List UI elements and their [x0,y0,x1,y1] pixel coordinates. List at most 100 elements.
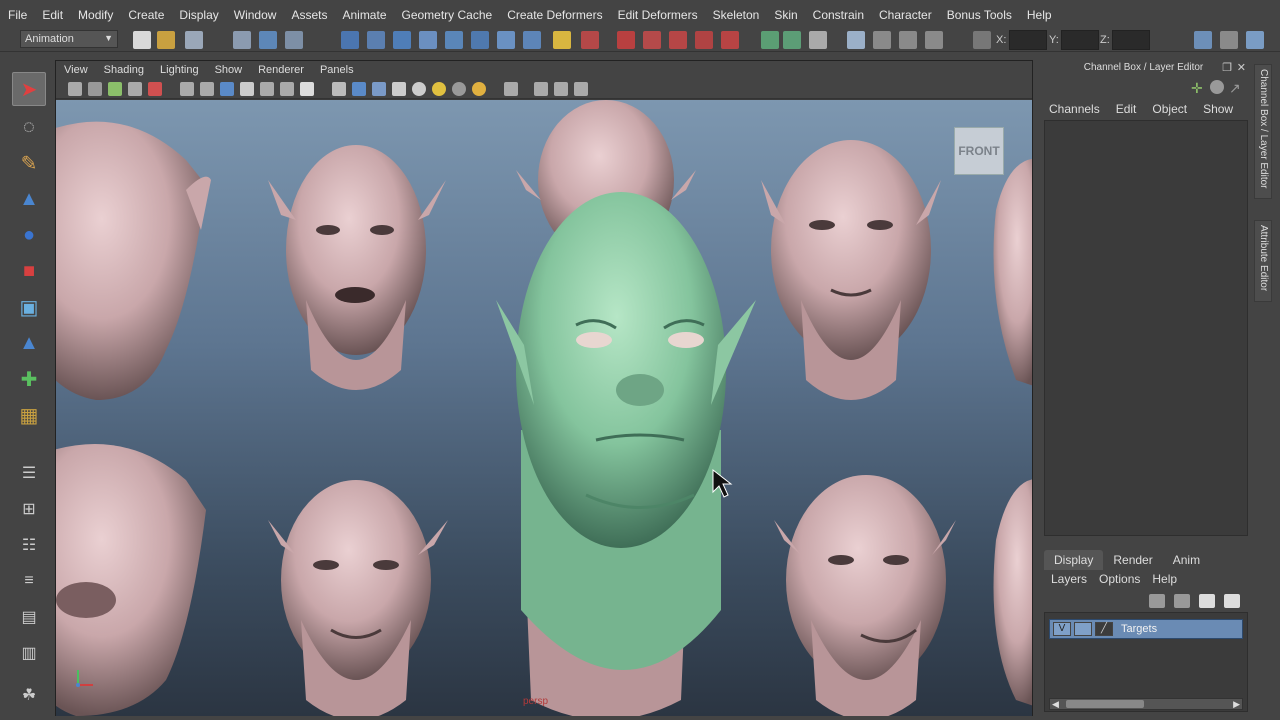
snap-curve-icon[interactable] [367,31,385,49]
isolate-select-icon[interactable] [534,82,548,96]
soft-mod-tool-icon[interactable]: ▲ [12,326,46,360]
wireframe-icon[interactable] [332,82,346,96]
bookmark-icon[interactable] [108,82,122,96]
select-tool-icon[interactable]: ➤ [12,72,46,106]
menu-display[interactable]: Display [179,8,218,22]
layer-menu-layers[interactable]: Layers [1051,572,1087,586]
head-bottom-right[interactable] [774,475,956,716]
construction-icon[interactable] [497,31,515,49]
tab-anim[interactable]: Anim [1163,550,1210,570]
move-tool-icon[interactable]: ▲ [12,182,46,216]
x-field[interactable] [1009,30,1047,50]
tab-display[interactable]: Display [1044,550,1104,570]
last-tool-icon[interactable]: ✚ [12,362,46,396]
menu-help[interactable]: Help [1027,8,1052,22]
lighting-default-icon[interactable] [412,82,426,96]
scroll-left-icon[interactable]: ◀ [1052,699,1059,710]
tool-settings-icon[interactable] [873,31,891,49]
scroll-right-icon[interactable]: ▶ [1233,699,1240,710]
menu-geometry-cache[interactable]: Geometry Cache [402,8,493,22]
hypershade-icon[interactable] [695,31,713,49]
layer-color-swatch[interactable]: ╱ [1095,622,1113,636]
vp-menu-panels[interactable]: Panels [320,64,354,76]
resolution-gate-icon[interactable] [220,82,234,96]
snap-live-icon[interactable] [445,31,463,49]
menu-bonus-tools[interactable]: Bonus Tools [947,8,1012,22]
vp-menu-show[interactable]: Show [215,64,243,76]
wireframe-on-shaded-icon[interactable] [372,82,386,96]
menu-animate[interactable]: Animate [342,8,386,22]
snap-grid-icon[interactable] [341,31,359,49]
channel-list[interactable] [1044,120,1248,536]
channel-box-float-icon[interactable]: ❐ [1222,61,1232,74]
channel-box-icon[interactable] [1246,31,1264,49]
smooth-shade-icon[interactable] [352,82,366,96]
layer-row[interactable]: V ╱ Targets [1049,619,1243,639]
layer-type-toggle[interactable] [1074,622,1092,636]
channel-box-close-icon[interactable]: ✕ [1237,61,1246,74]
render-view-icon[interactable] [721,31,739,49]
layout-four-icon[interactable]: ⊞ [12,492,46,526]
menu-create-deformers[interactable]: Create Deformers [507,8,602,22]
safe-action-icon[interactable] [280,82,294,96]
selection-mask-icon[interactable] [809,31,827,49]
new-scene-icon[interactable] [133,31,151,49]
render-icon[interactable] [617,31,635,49]
vp-menu-lighting[interactable]: Lighting [160,64,199,76]
menu-window[interactable]: Window [234,8,277,22]
help-line-icon[interactable] [523,31,541,49]
head-top-right[interactable] [761,140,941,400]
image-plane-icon[interactable] [128,82,142,96]
vp-menu-renderer[interactable]: Renderer [258,64,304,76]
select-hierarchy-icon[interactable] [233,31,251,49]
speed-toggle-icon[interactable] [1210,80,1224,94]
menu-edit[interactable]: Edit [42,8,63,22]
hyper-toggle-icon[interactable]: ↗ [1229,80,1245,96]
head-bottom-left[interactable] [268,480,448,716]
select-component-icon[interactable] [285,31,303,49]
view-cube-front[interactable]: FRONT [954,127,1004,175]
rename-icon[interactable] [783,31,801,49]
mode-selector[interactable]: Animation ▼ [20,30,118,48]
layout-single-icon[interactable]: ☰ [12,456,46,490]
head-active-target[interactable] [496,192,756,670]
shadows-icon[interactable] [452,82,466,96]
soft-select-icon[interactable] [847,31,865,49]
head-right-top-edge[interactable] [993,159,1033,390]
use-all-lights-icon[interactable] [432,82,446,96]
outliner-icon[interactable] [899,31,917,49]
lock-icon[interactable] [553,31,571,49]
select-object-icon[interactable] [259,31,277,49]
2d-pan-icon[interactable] [148,82,162,96]
history-icon[interactable] [471,31,489,49]
new-layer-icon[interactable] [1199,594,1215,608]
menu-character[interactable]: Character [879,8,932,22]
3d-scene[interactable]: FRONT persp [56,100,1032,716]
ipr-render-icon[interactable] [643,31,661,49]
menu-assets[interactable]: Assets [291,8,327,22]
panel-toggle-icon[interactable] [1194,31,1212,49]
scale-tool-icon[interactable]: ■ [12,254,46,288]
head-top-left[interactable] [268,145,446,390]
film-gate-icon[interactable] [200,82,214,96]
layout-graph-icon[interactable]: ≡ [12,564,46,598]
menu-skeleton[interactable]: Skeleton [713,8,760,22]
head-right-bottom-edge[interactable] [993,479,1033,710]
layer-visibility-toggle[interactable]: V [1053,622,1071,636]
snap-point-icon[interactable] [393,31,411,49]
layout-render-icon[interactable]: ▥ [12,636,46,670]
layer-move-down-icon[interactable] [1174,594,1190,608]
layer-menu-options[interactable]: Options [1099,572,1140,586]
menu-skin[interactable]: Skin [774,8,797,22]
menu-create[interactable]: Create [128,8,164,22]
render-settings-icon[interactable] [669,31,687,49]
vp-menu-shading[interactable]: Shading [104,64,144,76]
rotate-tool-icon[interactable]: ● [12,218,46,252]
high-quality-icon[interactable] [472,82,486,96]
layout-outliner-icon[interactable]: ☷ [12,528,46,562]
paint-select-tool-icon[interactable]: ✎ [12,146,46,180]
camera-attributes-icon[interactable] [88,82,102,96]
gate-mask-icon[interactable] [240,82,254,96]
grid-icon[interactable] [180,82,194,96]
snap-plane-icon[interactable] [419,31,437,49]
